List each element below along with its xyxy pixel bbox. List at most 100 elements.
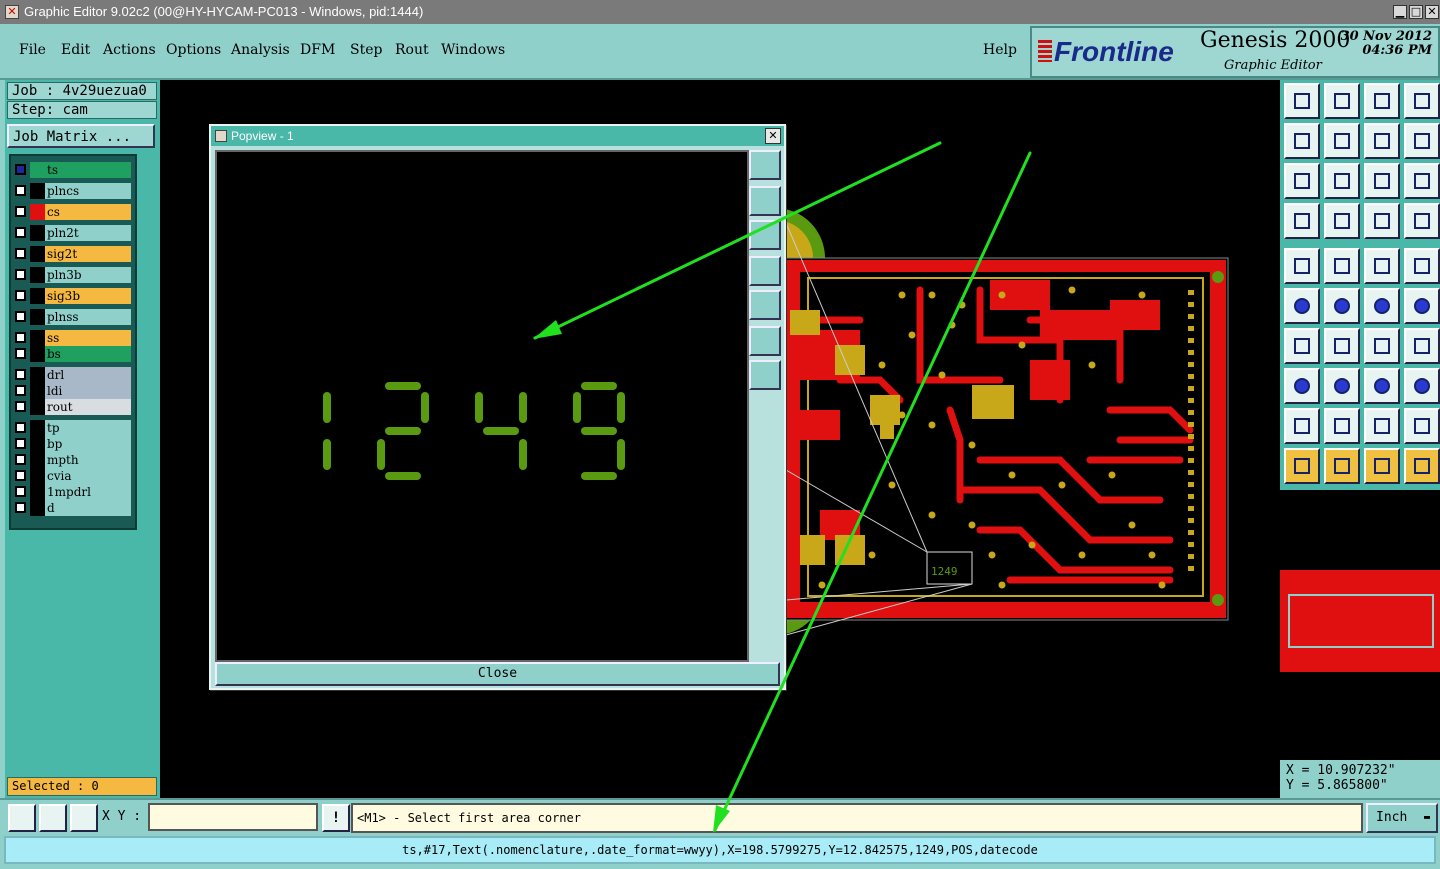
layer-row-bs[interactable]: bs <box>15 346 131 362</box>
layer-row-pln3b[interactable]: pln3b <box>15 267 131 283</box>
connect-icon[interactable] <box>1284 288 1320 324</box>
shapes-icon[interactable] <box>1404 368 1440 404</box>
layer-checkbox[interactable] <box>15 502 26 513</box>
angle-icon[interactable] <box>1284 328 1320 364</box>
popview-pan-up-icon[interactable] <box>749 186 781 216</box>
layer-checkbox[interactable] <box>15 348 26 359</box>
menu-edit[interactable]: Edit <box>61 42 90 58</box>
layer-row-cvia[interactable]: cvia <box>15 468 131 484</box>
pointer-select-icon[interactable] <box>1284 448 1320 484</box>
ruler-icon[interactable] <box>1364 248 1400 284</box>
layer-color-swatch[interactable] <box>30 267 45 283</box>
layer-row-ts[interactable]: ts <box>15 162 131 178</box>
layer-checkbox[interactable] <box>15 385 26 396</box>
layer-row-rout[interactable]: rout <box>15 399 131 415</box>
popview-pan-down-icon[interactable] <box>749 220 781 250</box>
snap-mode-icon[interactable] <box>8 804 36 832</box>
layer-color-swatch[interactable] <box>30 162 45 178</box>
layer-checkbox[interactable] <box>15 248 26 259</box>
layer-checkbox[interactable] <box>15 369 26 380</box>
layer-color-swatch[interactable] <box>30 468 45 484</box>
zoom-window-icon[interactable] <box>1404 83 1440 119</box>
layer-checkbox[interactable] <box>15 486 26 497</box>
popview-canvas[interactable]: 1249 <box>215 150 749 662</box>
popview-pan-right-icon[interactable] <box>749 290 781 320</box>
triangle-d-icon[interactable] <box>1404 408 1440 444</box>
layer-row-sig3b[interactable]: sig3b <box>15 288 131 304</box>
net-red-alt-icon[interactable] <box>1404 203 1440 239</box>
menu-dfm[interactable]: DFM <box>300 42 335 58</box>
layer-checkbox[interactable] <box>15 227 26 238</box>
menu-analysis[interactable]: Analysis <box>231 42 290 58</box>
center-icon[interactable] <box>1324 163 1360 199</box>
pad-feature-icon[interactable] <box>1284 248 1320 284</box>
layer-row-bp[interactable]: bp <box>15 436 131 452</box>
dimension-icon[interactable] <box>1364 368 1400 404</box>
swap-icon[interactable] <box>1404 123 1440 159</box>
popview-pan-left-icon[interactable] <box>749 256 781 286</box>
layer-color-swatch[interactable] <box>30 183 45 199</box>
menu-windows[interactable]: Windows <box>441 42 505 58</box>
layer-row-tp[interactable]: tp <box>15 420 131 436</box>
menu-actions[interactable]: Actions <box>103 42 156 58</box>
layer-color-swatch[interactable] <box>30 309 45 325</box>
popview-close-button[interactable]: Close <box>215 662 780 686</box>
overview-panel[interactable] <box>1280 490 1440 760</box>
triangle-b-icon[interactable] <box>1324 408 1360 444</box>
zoom-fit-icon[interactable] <box>1324 83 1360 119</box>
layer-color-swatch[interactable] <box>30 288 45 304</box>
triangle-a-icon[interactable] <box>1284 408 1320 444</box>
layer-checkbox[interactable] <box>15 311 26 322</box>
layer-checkbox[interactable] <box>15 422 26 433</box>
layer-checkbox[interactable] <box>15 454 26 465</box>
layer-color-swatch[interactable] <box>30 204 45 220</box>
layer-checkbox[interactable] <box>15 470 26 481</box>
route-icon[interactable] <box>1404 448 1440 484</box>
layer-checkbox[interactable] <box>15 164 26 175</box>
menu-options[interactable]: Options <box>166 42 221 58</box>
warning-button[interactable]: ! <box>322 804 350 832</box>
layer-color-swatch[interactable] <box>30 346 45 362</box>
job-matrix-button[interactable]: Job Matrix ... <box>7 124 155 148</box>
layer-row-sig2t[interactable]: sig2t <box>15 246 131 262</box>
layer-color-swatch[interactable] <box>30 452 45 468</box>
layer-color-swatch[interactable] <box>30 330 45 346</box>
layer-row-ldi[interactable]: ldi <box>15 383 131 399</box>
arc-ccw-icon[interactable] <box>1404 288 1440 324</box>
layer-checkbox[interactable] <box>15 290 26 301</box>
zoom-home-icon[interactable] <box>1284 83 1320 119</box>
line-red-icon[interactable] <box>1324 368 1360 404</box>
arc-cw-icon[interactable] <box>1364 288 1400 324</box>
layer-checkbox[interactable] <box>15 269 26 280</box>
unit-select[interactable]: Inch ▬ <box>1366 803 1438 833</box>
pan-right-icon[interactable] <box>1324 123 1360 159</box>
pointer-round-icon[interactable] <box>1364 448 1400 484</box>
zoom-profile-icon[interactable] <box>1364 83 1400 119</box>
layer-checkbox[interactable] <box>15 332 26 343</box>
grid-mode-icon[interactable] <box>70 804 98 832</box>
pad-select-icon[interactable] <box>1284 368 1320 404</box>
grid-icon[interactable] <box>1324 203 1360 239</box>
layer-row-mpth[interactable]: mpth <box>15 452 131 468</box>
measure-icon[interactable] <box>1284 203 1320 239</box>
layer-color-swatch[interactable] <box>30 399 45 415</box>
net-red-icon[interactable] <box>1364 203 1400 239</box>
menu-file[interactable]: File <box>19 42 46 58</box>
popview-zoom-window-icon[interactable] <box>749 150 781 180</box>
layer-row-plncs[interactable]: plncs <box>15 183 131 199</box>
layer-color-swatch[interactable] <box>30 436 45 452</box>
overview-view-rect[interactable] <box>1288 594 1434 648</box>
triangle-c-icon[interactable] <box>1364 408 1400 444</box>
minimize-button[interactable]: ▁ <box>1393 5 1407 19</box>
layer-color-swatch[interactable] <box>30 420 45 436</box>
layer-checkbox[interactable] <box>15 185 26 196</box>
mirror-text-icon[interactable] <box>1404 328 1440 364</box>
layer-checkbox[interactable] <box>15 438 26 449</box>
layer-color-swatch[interactable] <box>30 500 45 516</box>
pointer-box-icon[interactable] <box>1324 448 1360 484</box>
popview-close-icon[interactable]: ✕ <box>765 128 781 144</box>
xy-input[interactable] <box>148 803 318 831</box>
layer-color-swatch[interactable] <box>30 383 45 399</box>
layer-row-d[interactable]: d <box>15 500 131 516</box>
layer-color-swatch[interactable] <box>30 246 45 262</box>
